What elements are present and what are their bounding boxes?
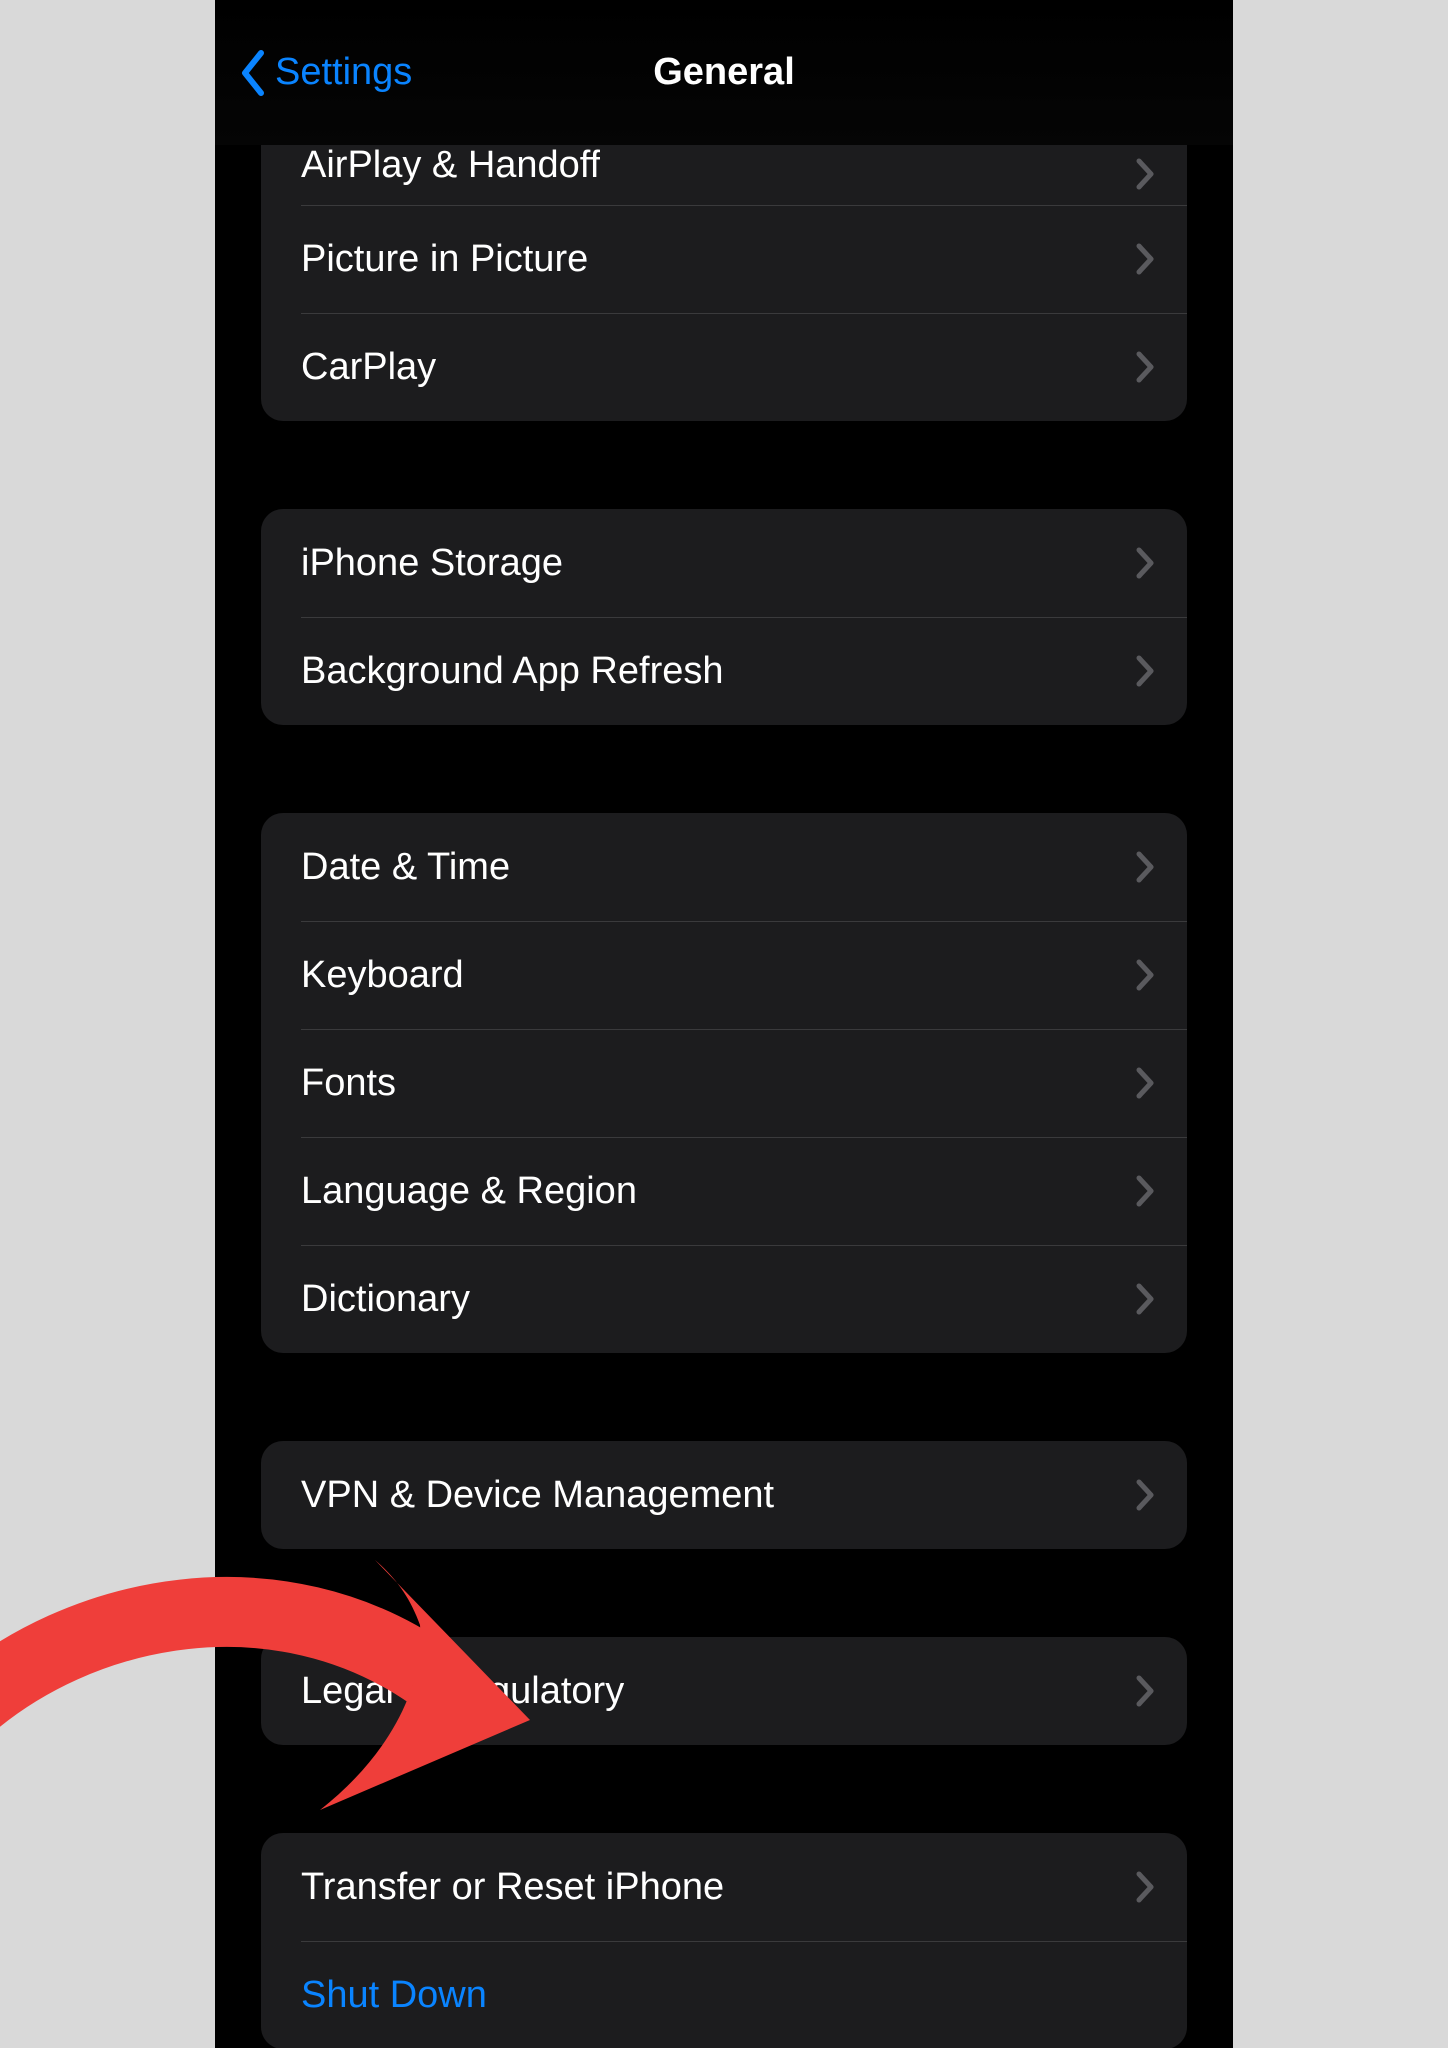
chevron-right-icon [1135, 1674, 1155, 1708]
row-label: CarPlay [301, 346, 436, 389]
row-label: Picture in Picture [301, 238, 588, 281]
chevron-right-icon [1135, 1174, 1155, 1208]
row-label: VPN & Device Management [301, 1474, 774, 1517]
chevron-right-icon [1135, 958, 1155, 992]
settings-row-language-region[interactable]: Language & Region [261, 1137, 1187, 1245]
settings-group: VPN & Device Management [261, 1441, 1187, 1549]
settings-row-picture-in-picture[interactable]: Picture in Picture [261, 205, 1187, 313]
settings-row-vpn-device-management[interactable]: VPN & Device Management [261, 1441, 1187, 1549]
row-label: Date & Time [301, 846, 510, 889]
settings-row-carplay[interactable]: CarPlay [261, 313, 1187, 421]
settings-group: Transfer or Reset iPhone Shut Down [261, 1833, 1187, 2048]
settings-row-keyboard[interactable]: Keyboard [261, 921, 1187, 1029]
chevron-right-icon [1135, 1870, 1155, 1904]
chevron-right-icon [1135, 546, 1155, 580]
row-label: Shut Down [301, 1974, 487, 2017]
row-label: Fonts [301, 1062, 396, 1105]
settings-row-date-time[interactable]: Date & Time [261, 813, 1187, 921]
settings-row-transfer-reset[interactable]: Transfer or Reset iPhone [261, 1833, 1187, 1941]
chevron-right-icon [1135, 157, 1155, 191]
row-label: Dictionary [301, 1278, 470, 1321]
row-label: Language & Region [301, 1170, 637, 1213]
settings-group: Date & Time Keyboard Fonts Language & Regio… [261, 813, 1187, 1353]
settings-row-legal-regulatory[interactable]: Legal & Regulatory [261, 1637, 1187, 1745]
settings-content: AirPlay & Handoff Picture in Picture CarPl… [215, 145, 1233, 2048]
back-label: Settings [275, 51, 412, 94]
row-label: Keyboard [301, 954, 464, 997]
row-label: iPhone Storage [301, 542, 563, 585]
settings-row-fonts[interactable]: Fonts [261, 1029, 1187, 1137]
row-label: Transfer or Reset iPhone [301, 1866, 724, 1909]
settings-row-shut-down[interactable]: Shut Down [261, 1941, 1187, 2048]
chevron-right-icon [1135, 1478, 1155, 1512]
row-label: Background App Refresh [301, 650, 724, 693]
navbar: Settings General [215, 0, 1233, 145]
chevron-right-icon [1135, 654, 1155, 688]
chevron-right-icon [1135, 242, 1155, 276]
settings-row-dictionary[interactable]: Dictionary [261, 1245, 1187, 1353]
settings-row-background-app-refresh[interactable]: Background App Refresh [261, 617, 1187, 725]
chevron-right-icon [1135, 1282, 1155, 1316]
settings-row-airplay-handoff[interactable]: AirPlay & Handoff [261, 145, 1187, 205]
chevron-right-icon [1135, 350, 1155, 384]
phone-frame: Settings General AirPlay & Handoff Pictur… [215, 0, 1233, 2048]
settings-group: AirPlay & Handoff Picture in Picture CarPl… [261, 145, 1187, 421]
back-button[interactable]: Settings [239, 0, 412, 145]
page-title: General [653, 51, 795, 94]
row-label: Legal & Regulatory [301, 1670, 624, 1713]
settings-group: Legal & Regulatory [261, 1637, 1187, 1745]
settings-group: iPhone Storage Background App Refresh [261, 509, 1187, 725]
chevron-right-icon [1135, 1066, 1155, 1100]
chevron-left-icon [239, 49, 267, 97]
settings-row-iphone-storage[interactable]: iPhone Storage [261, 509, 1187, 617]
row-label: AirPlay & Handoff [301, 145, 600, 187]
chevron-right-icon [1135, 850, 1155, 884]
